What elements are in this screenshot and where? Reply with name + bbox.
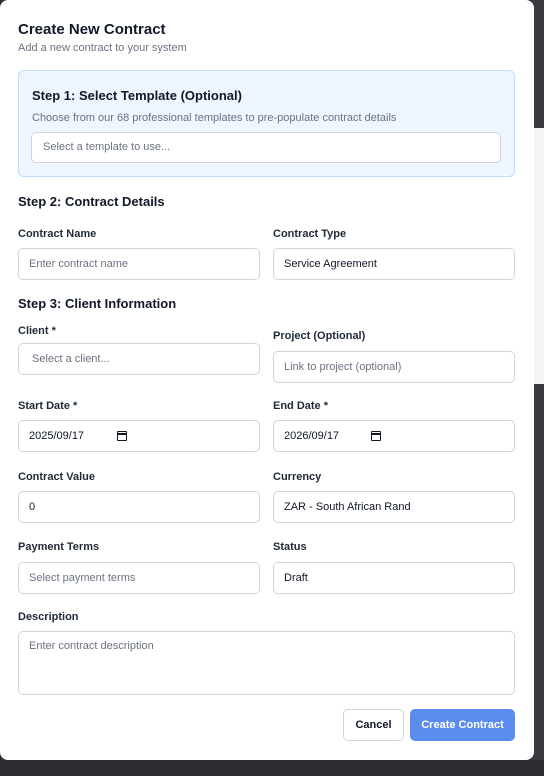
end-date-input[interactable]: 2026/09/17 [273,420,515,452]
start-date-label: Start Date * [18,400,78,412]
contract-value-label: Contract Value [18,471,96,483]
step1-description: Choose from our 68 professional template… [32,112,397,124]
template-selection-panel: Step 1: Select Template (Optional) Choos… [18,70,515,177]
currency-label: Currency [273,471,322,483]
start-date-value: 2025/09/17 [29,430,85,442]
contract-name-input[interactable]: Enter contract name [18,248,260,280]
contract-type-select[interactable]: Service Agreement [273,248,515,280]
cancel-button[interactable]: Cancel [343,709,404,741]
calendar-icon[interactable] [117,431,127,441]
dialog-title: Create New Contract [18,21,166,38]
contract-type-label: Contract Type [273,228,347,240]
step2-heading: Step 2: Contract Details [18,194,165,209]
template-select[interactable]: Select a template to use... [31,132,501,163]
end-date-value: 2026/09/17 [284,430,340,442]
dialog-subtitle: Add a new contract to your system [18,42,187,54]
create-contract-button[interactable]: Create Contract [410,709,515,741]
background-page-edge [534,128,544,384]
description-label: Description [18,611,79,623]
calendar-icon[interactable] [371,431,381,441]
project-input[interactable]: Link to project (optional) [273,351,515,383]
payment-terms-label: Payment Terms [18,541,100,553]
description-textarea[interactable]: Enter contract description [18,631,515,695]
contract-name-label: Contract Name [18,228,97,240]
payment-terms-select[interactable]: Select payment terms [18,562,260,594]
step1-heading: Step 1: Select Template (Optional) [32,88,242,103]
start-date-input[interactable]: 2025/09/17 [18,420,260,452]
project-label: Project (Optional) [273,330,366,342]
create-contract-dialog: Create New Contract Add a new contract t… [0,0,534,760]
backdrop-bottom [0,760,544,776]
currency-select[interactable]: ZAR - South African Rand [273,491,515,523]
step3-heading: Step 3: Client Information [18,296,177,311]
client-select[interactable]: Select a client... [18,343,260,375]
status-select[interactable]: Draft [273,562,515,594]
contract-value-input[interactable]: 0 [18,491,260,523]
client-label: Client * [18,325,56,337]
end-date-label: End Date * [273,400,329,412]
status-label: Status [273,541,307,553]
